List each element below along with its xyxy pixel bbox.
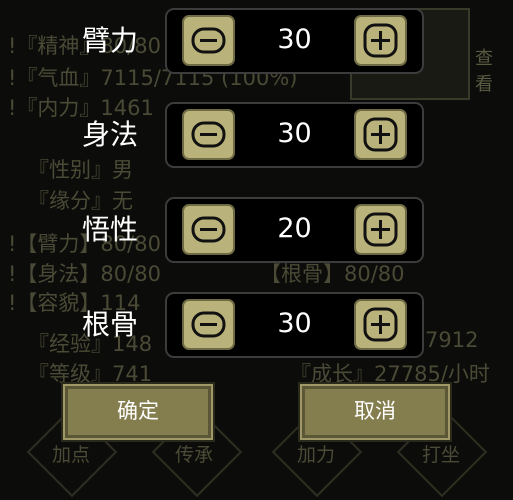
minus-icon: [191, 121, 226, 148]
look-button[interactable]: 查看: [470, 46, 498, 98]
increase-agility-button[interactable]: [354, 109, 407, 160]
increase-comprehension-button[interactable]: [354, 204, 407, 255]
stat-label-bone: 根骨: [81, 308, 138, 341]
tab-add-points[interactable]: 加点: [52, 440, 90, 467]
stat-value-bone: 30: [277, 308, 312, 339]
stat-value-agility: 30: [277, 118, 312, 149]
stat-label-strength: 臂力: [81, 24, 138, 57]
stat-value-strength: 30: [277, 24, 312, 55]
decrease-strength-button[interactable]: [182, 15, 235, 66]
stat-stepper-agility: 30: [165, 102, 424, 168]
minus-icon: [191, 311, 226, 338]
stat-stepper-comprehension: 20: [165, 197, 424, 263]
stat-value-comprehension: 20: [277, 213, 312, 244]
stat-label-comprehension: 悟性: [81, 213, 138, 246]
plus-icon: [363, 307, 398, 342]
bg-agility-line: !【身法】80/80: [8, 262, 161, 286]
cancel-button[interactable]: 取消: [300, 384, 450, 440]
tab-add-power[interactable]: 加力: [297, 440, 335, 467]
bg-exp-value: 7912: [425, 328, 479, 352]
increase-strength-button[interactable]: [354, 15, 407, 66]
decrease-agility-button[interactable]: [182, 109, 235, 160]
stat-stepper-bone: 30: [165, 292, 424, 358]
plus-icon: [363, 117, 398, 152]
bg-gender-line: 『性别』男: [28, 158, 133, 182]
minus-icon: [191, 27, 226, 54]
plus-icon: [363, 23, 398, 58]
decrease-comprehension-button[interactable]: [182, 204, 235, 255]
increase-bone-button[interactable]: [354, 299, 407, 350]
plus-icon: [363, 212, 398, 247]
stat-label-agility: 身法: [81, 118, 138, 151]
stat-stepper-strength: 30: [165, 8, 424, 74]
decrease-bone-button[interactable]: [182, 299, 235, 350]
confirm-button[interactable]: 确定: [63, 384, 213, 440]
minus-icon: [191, 216, 226, 243]
tab-inherit[interactable]: 传承: [175, 440, 213, 467]
tab-meditate[interactable]: 打坐: [422, 440, 460, 467]
